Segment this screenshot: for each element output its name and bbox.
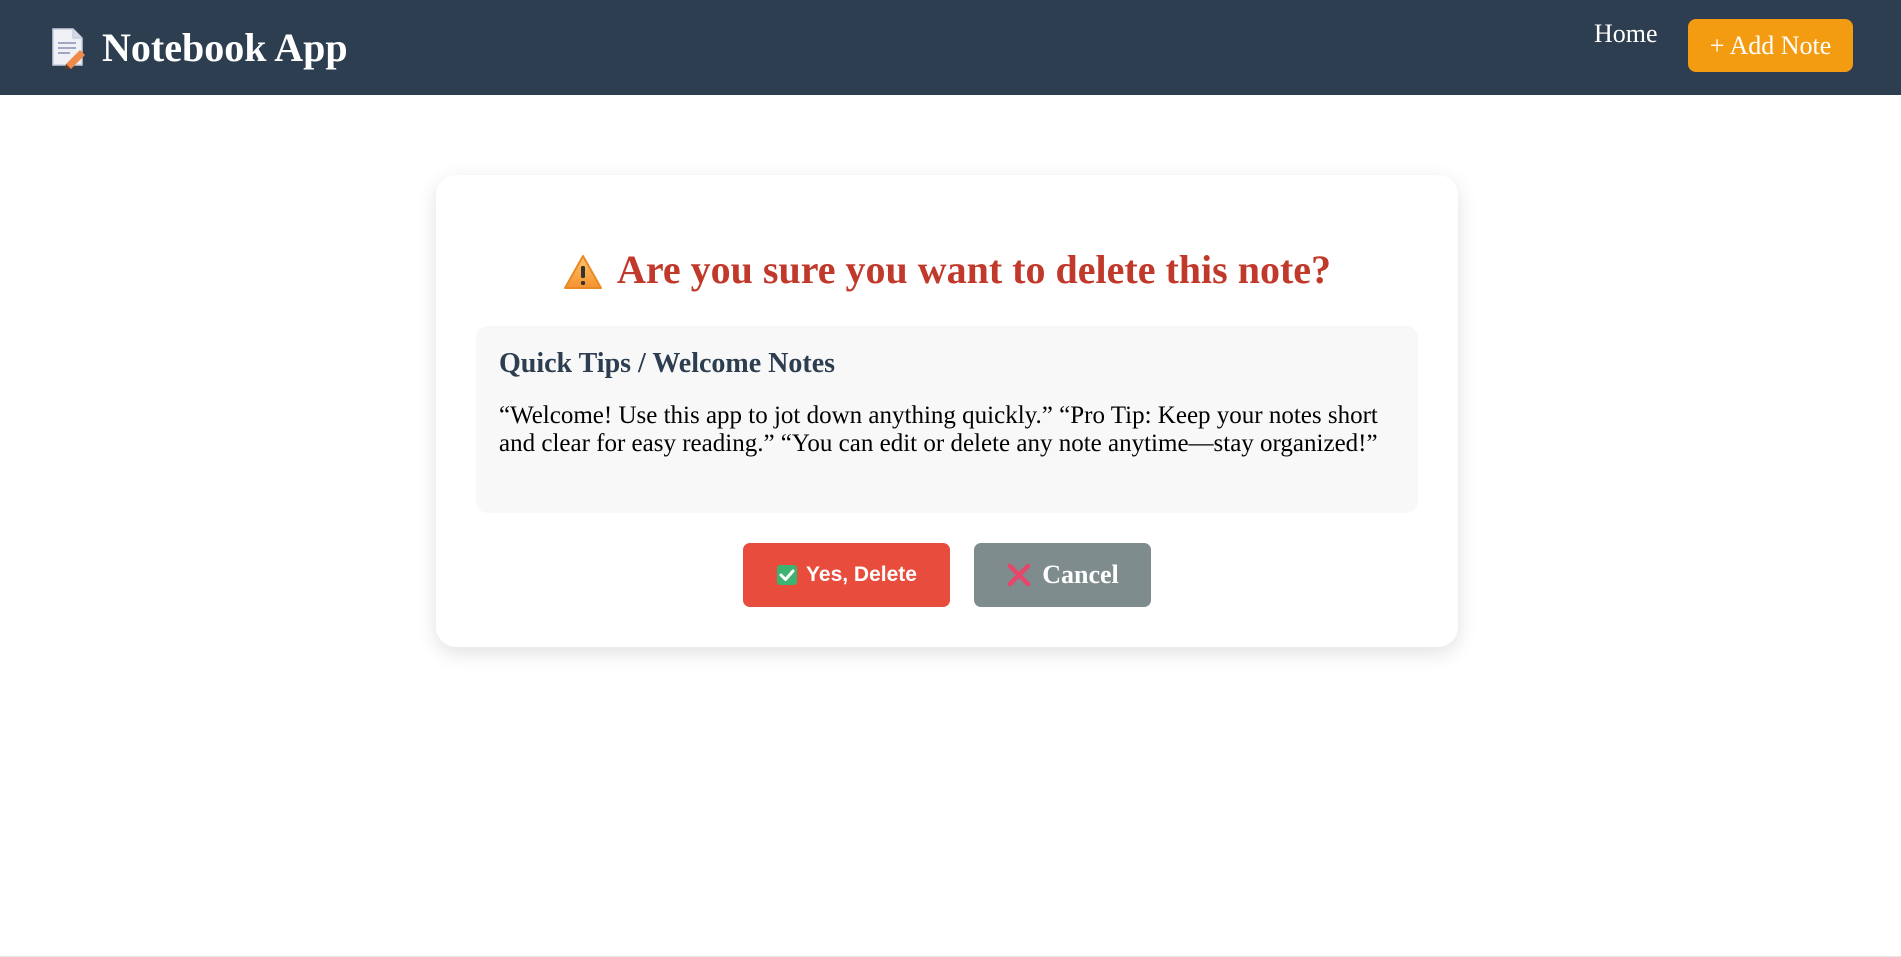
cancel-button[interactable]: Cancel — [974, 543, 1151, 607]
top-navbar: Notebook App Home + Add Note — [0, 0, 1901, 95]
nav-home-link[interactable]: Home — [1594, 17, 1658, 51]
app-title: Notebook App — [102, 25, 348, 70]
confirm-heading: Are you sure you want to delete this not… — [436, 245, 1458, 295]
note-body: “Welcome! Use this app to jot down anyth… — [499, 402, 1378, 457]
dialog-actions: Yes, Delete Cancel — [436, 543, 1458, 607]
brand[interactable]: Notebook App — [50, 24, 348, 72]
check-box-icon — [776, 564, 798, 586]
notepad-pencil-icon — [50, 27, 86, 69]
add-note-button[interactable]: + Add Note — [1688, 19, 1853, 72]
confirm-delete-button[interactable]: Yes, Delete — [743, 543, 950, 607]
note-preview: Quick Tips / Welcome Notes “Welcome! Use… — [476, 326, 1418, 513]
delete-confirm-card: Are you sure you want to delete this not… — [436, 175, 1458, 647]
cross-mark-icon — [1006, 562, 1032, 588]
warning-icon — [563, 252, 603, 289]
confirm-title-text: Are you sure you want to delete this not… — [616, 247, 1332, 292]
cancel-label: Cancel — [1042, 560, 1119, 589]
note-title: Quick Tips / Welcome Notes — [499, 348, 836, 379]
confirm-delete-label: Yes, Delete — [806, 563, 917, 586]
